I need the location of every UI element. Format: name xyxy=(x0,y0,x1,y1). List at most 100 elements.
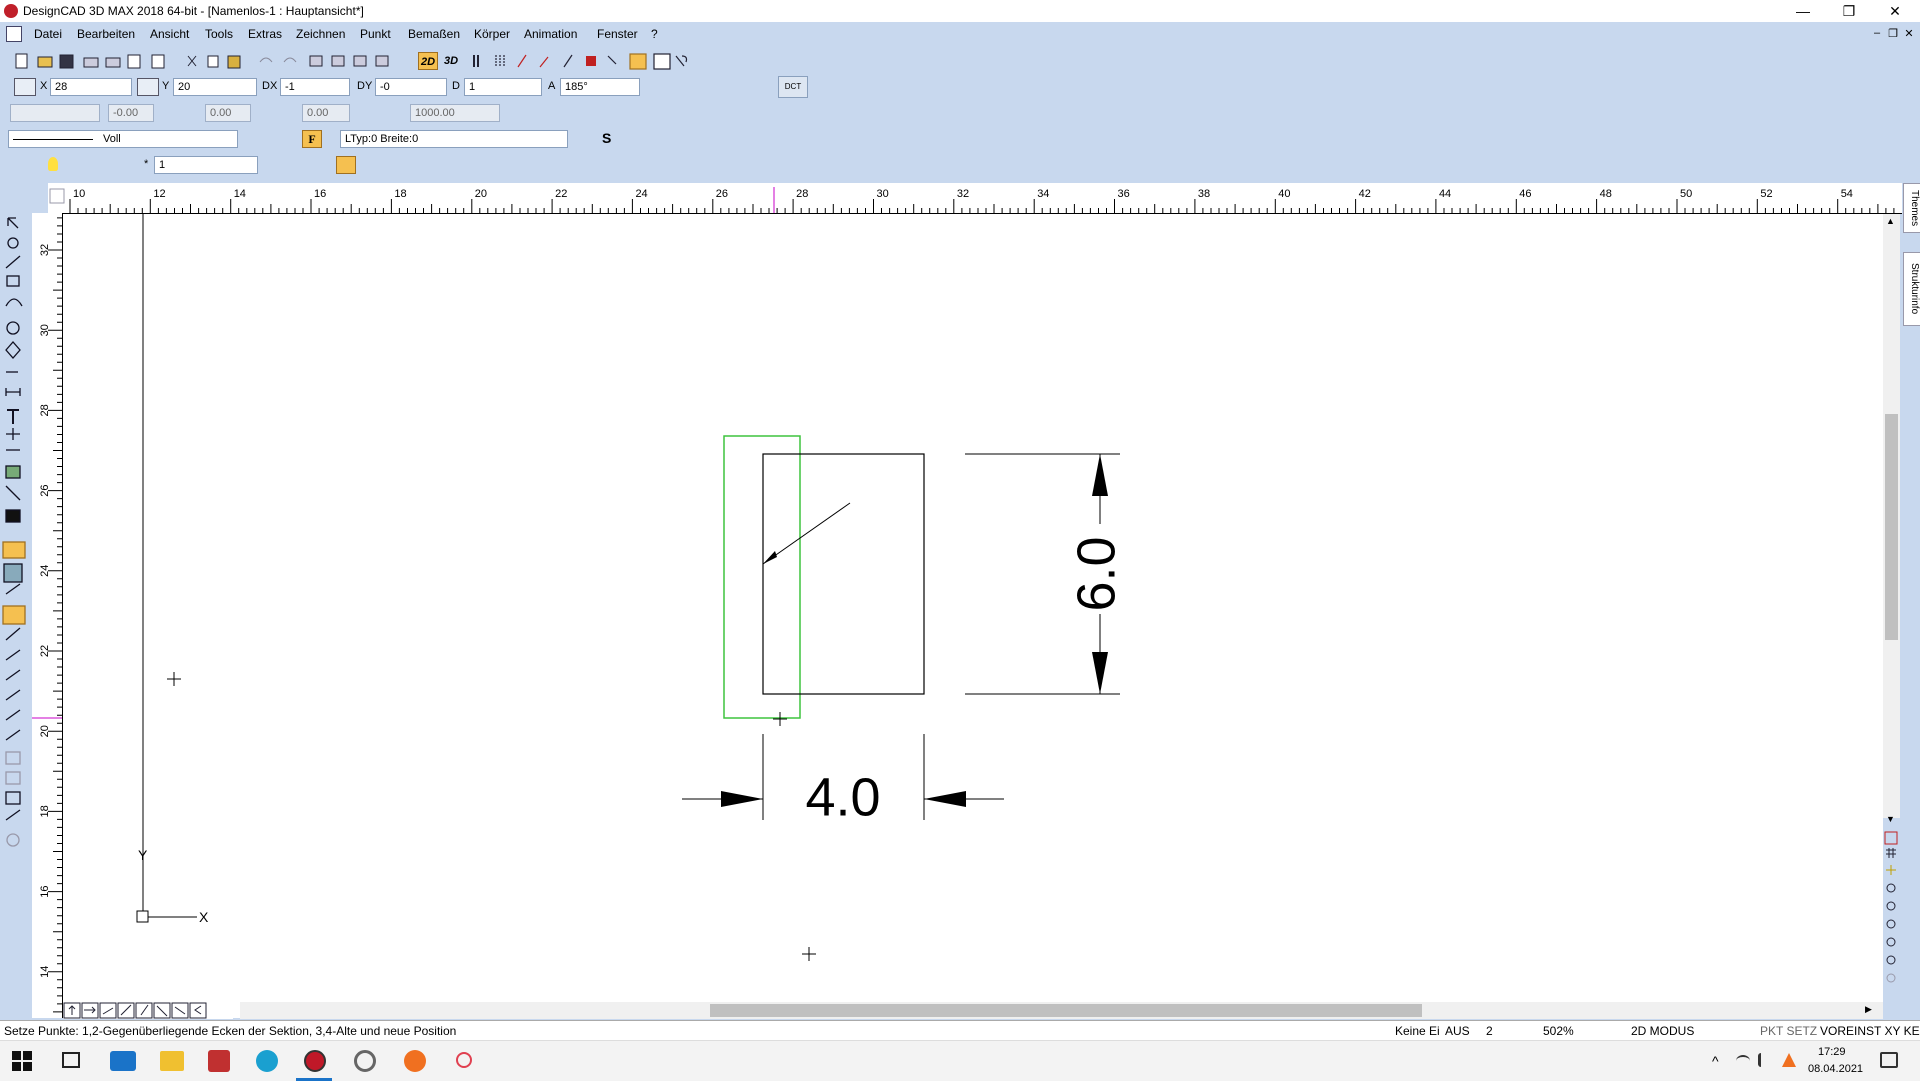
notifications-icon[interactable] xyxy=(1880,1052,1898,1068)
dim-text-horizontal[interactable]: 4.0 xyxy=(805,767,880,827)
selection-rectangle[interactable] xyxy=(723,435,801,719)
mode-2d-button[interactable]: 2D xyxy=(418,52,438,70)
dim-arrow-right xyxy=(924,791,966,807)
mdi-restore-button[interactable]: ❐ xyxy=(1886,27,1900,40)
crosshair-marker-3 xyxy=(802,947,816,961)
direction-buttons[interactable] xyxy=(63,1002,233,1019)
menu-datei[interactable]: Datei xyxy=(34,27,62,41)
vertical-scroll-thumb[interactable] xyxy=(1885,414,1898,640)
value-field-4[interactable]: 1000.00 xyxy=(410,104,500,122)
zoom-tools[interactable] xyxy=(1883,830,1900,1002)
title-bar: DesignCAD 3D MAX 2018 64-bit - [Namenlos… xyxy=(0,0,1920,22)
d-label: D xyxy=(452,80,460,92)
toolbar-icons-right[interactable] xyxy=(468,52,698,70)
scroll-down-arrow[interactable]: ▼ xyxy=(1886,814,1895,824)
file-explorer-icon[interactable] xyxy=(160,1051,184,1071)
snap-select[interactable] xyxy=(10,104,100,122)
app-icon[interactable] xyxy=(4,4,18,18)
rectangle-shape[interactable] xyxy=(762,453,925,695)
volume-icon[interactable] xyxy=(1758,1053,1775,1067)
menu-ansicht[interactable]: Ansicht xyxy=(150,27,189,41)
network-icon[interactable] xyxy=(1736,1055,1750,1067)
dy-field[interactable]: -0 xyxy=(375,78,447,96)
app-icon-red[interactable] xyxy=(456,1052,472,1068)
d-field[interactable]: 1 xyxy=(464,78,542,96)
layer-active-icon[interactable] xyxy=(336,156,356,174)
menu-bearbeiten[interactable]: Bearbeiten xyxy=(77,27,135,41)
dx-field[interactable]: -1 xyxy=(280,78,350,96)
horizontal-scroll-thumb[interactable] xyxy=(710,1004,1422,1017)
dim-text-vertical[interactable]: 6.0 xyxy=(1066,536,1126,611)
designcad-taskbar-icon[interactable] xyxy=(304,1050,326,1072)
close-button[interactable]: ✕ xyxy=(1872,0,1918,22)
ruler-top-label: 42 xyxy=(1359,188,1371,200)
ruler-top-label: 16 xyxy=(314,188,326,200)
menu-koerper[interactable]: Körper xyxy=(474,27,510,41)
themes-tab[interactable]: Themes xyxy=(1903,183,1920,233)
menu-bemassen[interactable]: Bemaßen xyxy=(408,27,460,41)
ruler-top-label: 46 xyxy=(1519,188,1531,200)
a-field[interactable]: 185° xyxy=(560,78,640,96)
firefox-icon[interactable] xyxy=(404,1050,426,1072)
menu-fenster[interactable]: Fenster xyxy=(597,27,638,41)
ruler-top-label: 24 xyxy=(635,188,647,200)
value-field-3[interactable]: 0.00 xyxy=(302,104,350,122)
edge-browser-icon[interactable] xyxy=(256,1050,278,1072)
ltyp-select[interactable]: LTyp:0 Breite:0 xyxy=(340,130,568,148)
vertical-scrollbar[interactable]: ▲ ▼ xyxy=(1883,214,1900,824)
status-keine: Keine Ei xyxy=(1395,1024,1440,1038)
y-field[interactable]: 20 xyxy=(173,78,257,96)
tray-app-icon[interactable] xyxy=(1782,1053,1796,1067)
scroll-right-arrow[interactable]: ▶ xyxy=(1865,1004,1872,1015)
drawing-canvas[interactable]: 6.0 4.0 Y X xyxy=(63,214,1883,1018)
dx-label: DX xyxy=(262,80,278,92)
lock-y-icon[interactable] xyxy=(137,78,159,96)
lightbulb-icon[interactable] xyxy=(48,157,58,171)
maximize-button[interactable]: ❐ xyxy=(1826,0,1872,22)
drawing-tools[interactable] xyxy=(0,210,28,860)
dim-arrow-up xyxy=(1092,454,1108,496)
settings-app-icon[interactable] xyxy=(208,1050,230,1072)
value-field-2[interactable]: 0.00 xyxy=(205,104,251,122)
status-aus[interactable]: AUS xyxy=(1445,1024,1470,1038)
mail-app-icon[interactable] xyxy=(110,1051,136,1071)
task-view-icon[interactable] xyxy=(62,1052,80,1068)
ruler-top-label: 38 xyxy=(1198,188,1210,200)
x-field[interactable]: 28 xyxy=(50,78,132,96)
line-style-select[interactable]: Voll xyxy=(8,130,238,148)
tray-chevron-icon[interactable]: ^ xyxy=(1712,1053,1719,1069)
clock-date[interactable]: 08.04.2021 xyxy=(1808,1063,1863,1075)
ltyp-label: LTyp:0 xyxy=(345,133,378,145)
mdi-minimize-button[interactable]: – xyxy=(1870,27,1884,39)
ruler-top-label: 10 xyxy=(73,188,85,200)
ruler-top-label: 50 xyxy=(1680,188,1692,200)
ruler-left-label: 28 xyxy=(39,404,51,416)
mode-3d-button[interactable]: 3D xyxy=(441,52,461,70)
status-number: 2 xyxy=(1486,1024,1493,1038)
drawing-svg[interactable]: 6.0 4.0 Y X xyxy=(63,214,1883,1018)
lock-x-icon[interactable] xyxy=(14,78,36,96)
strukturinfo-tab[interactable]: Strukturinfo xyxy=(1903,252,1920,326)
doc-icon[interactable] xyxy=(6,26,22,42)
clock-time[interactable]: 17:29 xyxy=(1818,1046,1846,1058)
minimize-button[interactable]: — xyxy=(1780,0,1826,22)
menu-tools[interactable]: Tools xyxy=(205,27,233,41)
menu-extras[interactable]: Extras xyxy=(248,27,282,41)
menu-punkt[interactable]: Punkt xyxy=(360,27,391,41)
horizontal-scrollbar[interactable]: ▶ xyxy=(240,1002,1883,1019)
app-icon-generic[interactable] xyxy=(354,1050,376,1072)
s-button[interactable]: S xyxy=(602,130,611,146)
fill-button[interactable]: F xyxy=(302,130,322,148)
menu-help[interactable]: ? xyxy=(651,27,658,41)
dct-button[interactable]: DCT xyxy=(778,76,808,98)
menu-zeichnen[interactable]: Zeichnen xyxy=(296,27,345,41)
direction-arrows-icons[interactable] xyxy=(63,1002,233,1019)
scroll-up-arrow[interactable]: ▲ xyxy=(1886,216,1895,226)
mdi-close-button[interactable]: ✕ xyxy=(1902,27,1916,40)
ruler-left-label: 16 xyxy=(39,885,51,897)
menu-animation[interactable]: Animation xyxy=(524,27,577,41)
ruler-top-label: 12 xyxy=(153,188,165,200)
value-field-1[interactable]: -0.00 xyxy=(108,104,154,122)
windows-start-icon[interactable] xyxy=(12,1051,32,1071)
layer-select[interactable]: 1 xyxy=(154,156,258,174)
